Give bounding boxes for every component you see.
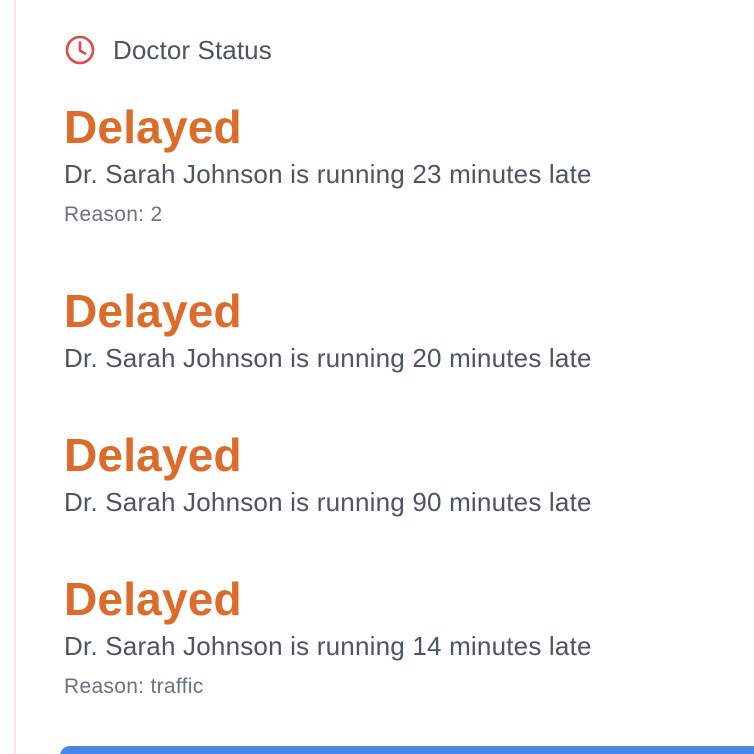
status-entry: Delayed Dr. Sarah Johnson is running 90 … — [64, 430, 592, 518]
status-entry: Delayed Dr. Sarah Johnson is running 23 … — [64, 102, 592, 228]
status-entry: Delayed Dr. Sarah Johnson is running 14 … — [64, 574, 592, 700]
status-reason: Reason: 2 — [64, 203, 163, 226]
status-reason: Reason: traffic — [64, 675, 204, 698]
action-button[interactable] — [60, 746, 754, 754]
doctor-status-card: Doctor Status Delayed Dr. Sarah Johnson … — [16, 0, 754, 754]
status-entry: Delayed Dr. Sarah Johnson is running 20 … — [64, 286, 592, 374]
page: Doctor Status Delayed Dr. Sarah Johnson … — [0, 0, 754, 754]
card-header: Doctor Status — [64, 34, 272, 66]
status-message: Dr. Sarah Johnson is running 23 minutes … — [64, 159, 592, 189]
status-label: Delayed — [64, 429, 242, 481]
card-title: Doctor Status — [113, 34, 272, 65]
status-label: Delayed — [64, 285, 242, 337]
clock-icon — [64, 34, 96, 66]
status-label: Delayed — [64, 573, 242, 625]
status-message: Dr. Sarah Johnson is running 20 minutes … — [64, 343, 592, 373]
status-message: Dr. Sarah Johnson is running 90 minutes … — [64, 487, 592, 517]
status-message: Dr. Sarah Johnson is running 14 minutes … — [64, 631, 592, 661]
status-label: Delayed — [64, 101, 242, 153]
